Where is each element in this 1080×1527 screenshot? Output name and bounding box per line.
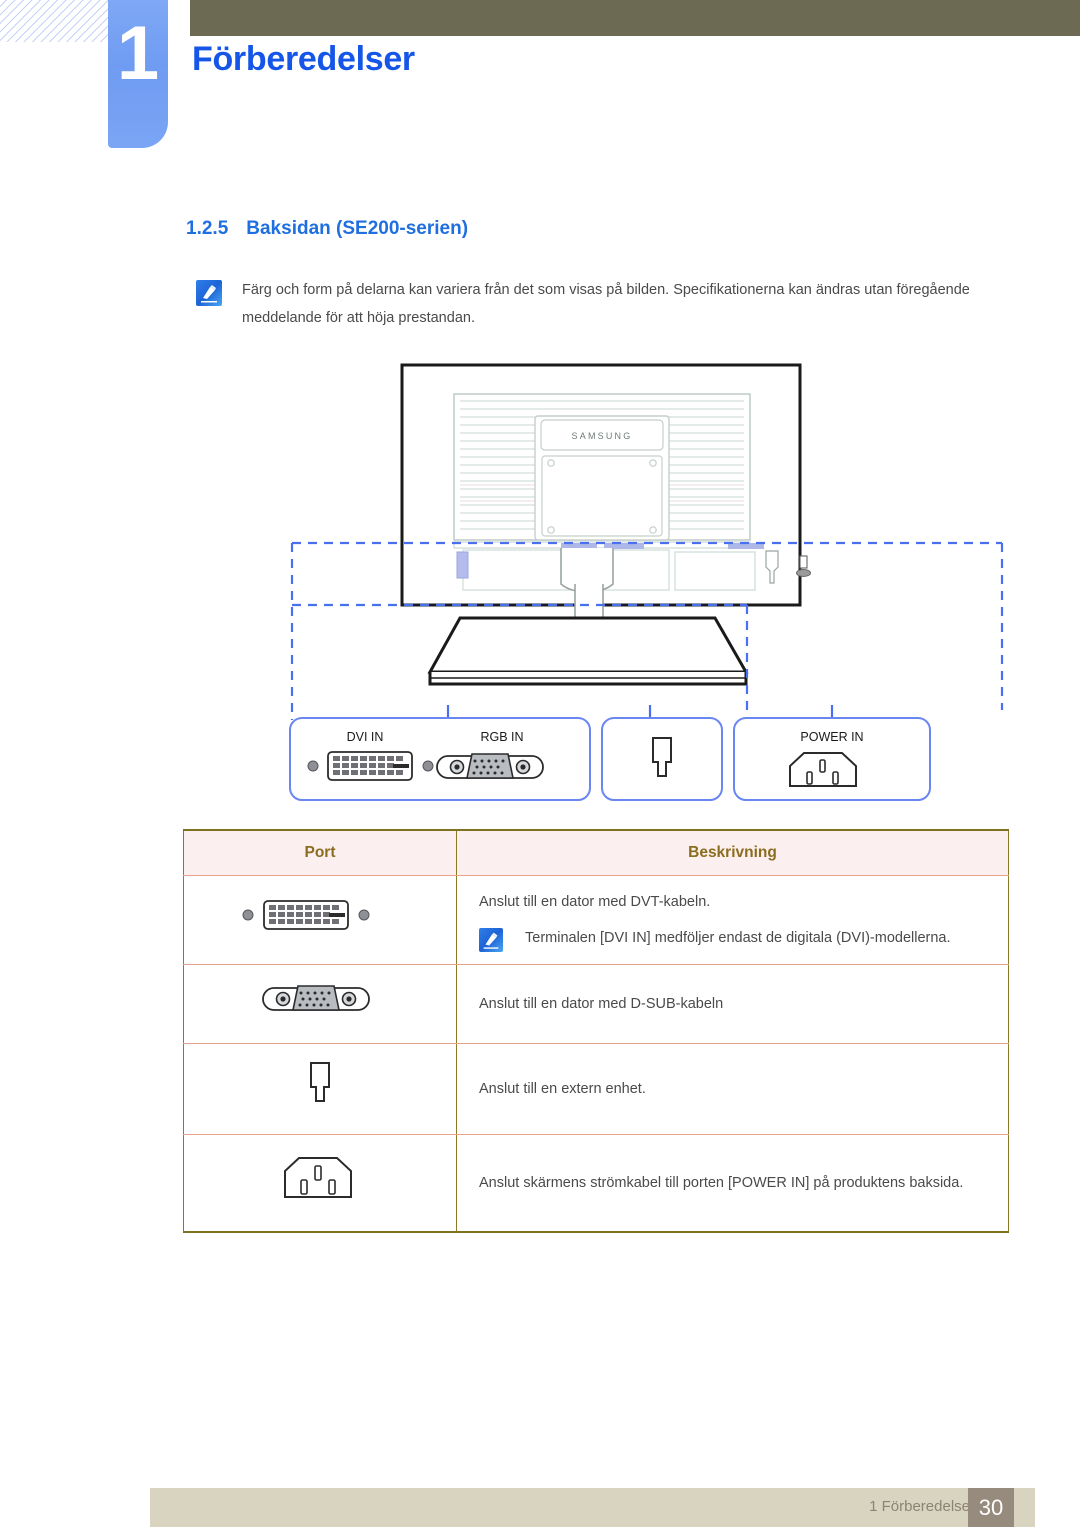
- row-description: Anslut till en extern enhet.: [479, 1081, 646, 1097]
- dvi-port-icon: [183, 875, 457, 965]
- row-description: Anslut till en dator med D-SUB-kabeln: [479, 996, 724, 1012]
- chapter-title: Förberedelser: [192, 40, 415, 78]
- power-inlet-port-icon: [183, 1134, 457, 1233]
- table-row: Anslut skärmens strömkabel till porten […: [183, 1134, 1009, 1233]
- power-inlet-port-icon: [789, 752, 857, 787]
- row-description: Anslut till en dator med DVT-kabeln.: [479, 894, 711, 910]
- audio-jack-port-icon: [183, 1043, 457, 1135]
- page-number: 30: [968, 1488, 1014, 1527]
- table-row: Anslut till en dator med DVT-kabeln. Ter…: [183, 875, 1009, 965]
- row-note: Terminalen [DVI IN] medföljer endast de …: [479, 926, 1008, 952]
- column-header-port: Port: [183, 829, 457, 876]
- power-in-label: POWER IN: [800, 730, 863, 744]
- table-row: Anslut till en dator med D-SUB-kabeln: [183, 964, 1009, 1044]
- power-callout: POWER IN: [733, 717, 931, 801]
- section-number: 1.2.5: [186, 218, 229, 239]
- note-text: Färg och form på delarna kan variera frå…: [242, 282, 970, 326]
- audio-callout: [601, 717, 723, 801]
- column-header-beskrivning: Beskrivning: [456, 829, 1009, 876]
- row-note-text: Terminalen [DVI IN] medföljer endast de …: [525, 930, 951, 946]
- table-row: Anslut till en extern enhet.: [183, 1043, 1009, 1135]
- dsub-vga-port-icon: [436, 753, 544, 779]
- row-description: Anslut skärmens strömkabel till porten […: [479, 1175, 964, 1191]
- section-heading: 1.2.5 Baksidan (SE200-serien): [186, 218, 468, 240]
- chapter-number-tab: 1: [108, 0, 168, 148]
- rgb-in-label: RGB IN: [480, 730, 523, 744]
- note-pen-icon: [479, 928, 503, 952]
- note-pen-icon: [196, 280, 222, 306]
- dvi-rgb-callout: DVI IN RGB IN: [289, 717, 591, 801]
- header-olive-bar: [190, 0, 1080, 36]
- dsub-vga-port-icon: [183, 964, 457, 1044]
- section-title: Baksidan (SE200-serien): [246, 218, 469, 239]
- footer-chapter-label: 1 Förberedelser: [869, 1498, 975, 1515]
- table-header-row: Port Beskrivning: [183, 829, 1009, 876]
- monitor-back-diagram: SAMSUNG DVI IN RGB IN POWER IN: [180, 360, 1020, 810]
- dvi-in-label: DVI IN: [347, 730, 384, 744]
- chapter-number: 1: [116, 11, 160, 96]
- port-description-table: Port Beskrivning Anslut till en dator me…: [183, 829, 1009, 1233]
- samsung-logo: SAMSUNG: [572, 431, 633, 441]
- note-block: Färg och form på delarna kan variera frå…: [196, 276, 1006, 332]
